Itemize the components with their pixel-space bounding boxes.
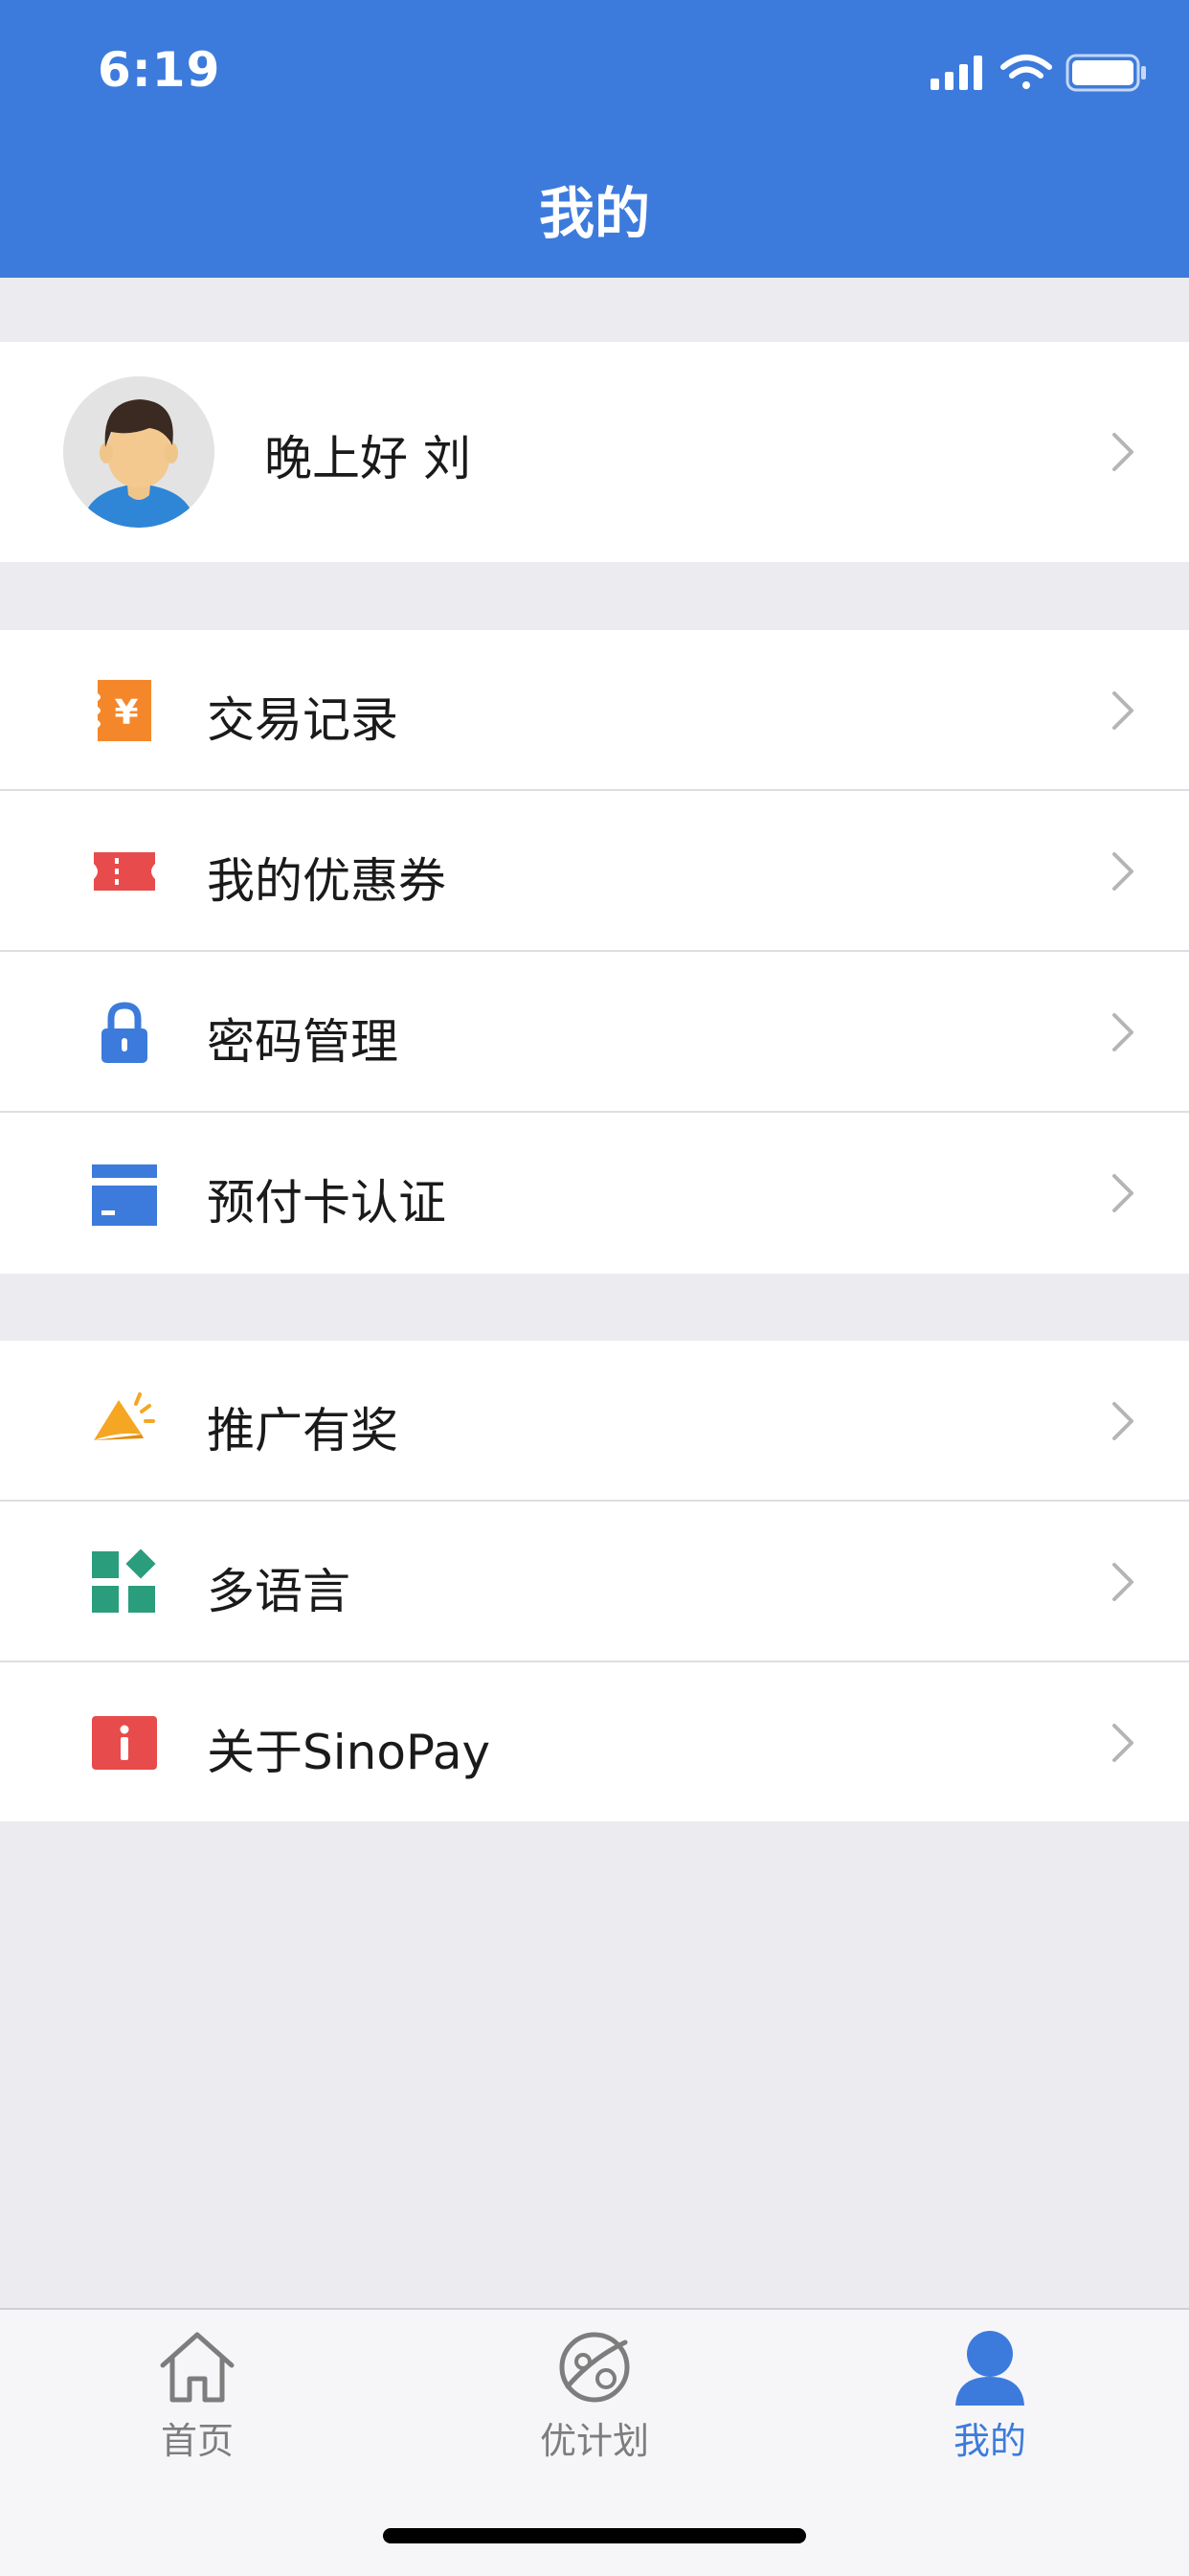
avatar[interactable] bbox=[63, 376, 214, 528]
home-indicator[interactable] bbox=[383, 2528, 806, 2543]
menu-item-language[interactable]: 多语言 bbox=[0, 1502, 1189, 1662]
tab-plan[interactable]: 优计划 bbox=[475, 2329, 714, 2482]
greeting-text: 晚上好 刘 bbox=[264, 431, 471, 486]
tab-mine[interactable]: 我的 bbox=[870, 2329, 1110, 2482]
menu-label: 交易记录 bbox=[207, 692, 398, 748]
menu-label: 多语言 bbox=[207, 1564, 350, 1619]
menu-label: 推广有奖 bbox=[207, 1403, 398, 1458]
menu-item-transactions[interactable]: ¥ 交易记录 bbox=[0, 630, 1189, 791]
chevron-right-icon bbox=[1112, 1174, 1133, 1212]
info-icon bbox=[92, 1716, 157, 1770]
wifi-icon bbox=[1000, 55, 1052, 89]
card-icon bbox=[92, 1164, 157, 1226]
page-title: 我的 bbox=[538, 181, 650, 246]
tab-home[interactable]: 首页 bbox=[78, 2329, 317, 2482]
menu-item-coupons[interactable]: 我的优惠券 bbox=[0, 791, 1189, 952]
menu-item-prepaid-card[interactable]: 预付卡认证 bbox=[0, 1113, 1189, 1274]
top-header: 6:19 我的 bbox=[0, 0, 1189, 278]
battery-icon bbox=[1066, 54, 1146, 92]
apps-icon bbox=[92, 1549, 156, 1613]
menu-item-about[interactable]: 关于SinoPay bbox=[0, 1662, 1189, 1823]
home-icon bbox=[160, 2332, 235, 2403]
user-avatar-icon bbox=[63, 376, 214, 528]
menu-label: 预付卡认证 bbox=[207, 1175, 446, 1231]
user-icon bbox=[955, 2331, 1024, 2406]
tab-label: 优计划 bbox=[539, 2420, 649, 2462]
status-icons bbox=[931, 54, 1146, 92]
status-time: 6:19 bbox=[98, 42, 221, 98]
chevron-right-icon bbox=[1112, 1013, 1133, 1051]
lock-icon bbox=[101, 1002, 147, 1063]
tab-label: 首页 bbox=[160, 2420, 234, 2462]
signal-icon bbox=[931, 56, 982, 90]
menu-item-referral[interactable]: 推广有奖 bbox=[0, 1341, 1189, 1502]
menu-group-account: ¥ 交易记录 我的优惠券 密码管理 预付卡认证 bbox=[0, 630, 1189, 1274]
transaction-record-icon: ¥ bbox=[98, 680, 151, 741]
menu-label: 关于SinoPay bbox=[207, 1725, 491, 1780]
chevron-right-icon bbox=[1112, 691, 1133, 730]
tab-label: 我的 bbox=[953, 2420, 1026, 2462]
profile-card[interactable]: 晚上好 刘 bbox=[0, 342, 1189, 562]
coupon-icon bbox=[94, 852, 155, 891]
menu-item-password[interactable]: 密码管理 bbox=[0, 952, 1189, 1113]
chevron-right-icon bbox=[1112, 852, 1133, 891]
chevron-right-icon bbox=[1112, 433, 1133, 471]
chevron-right-icon bbox=[1112, 1563, 1133, 1601]
chevron-right-icon bbox=[1112, 1402, 1133, 1440]
megaphone-icon bbox=[94, 1392, 155, 1440]
menu-label: 密码管理 bbox=[207, 1014, 398, 1070]
chevron-right-icon bbox=[1112, 1724, 1133, 1762]
planet-icon bbox=[559, 2332, 630, 2403]
menu-group-other: 推广有奖 多语言 关于SinoPay bbox=[0, 1341, 1189, 1821]
menu-label: 我的优惠券 bbox=[207, 853, 446, 909]
svg-text:¥: ¥ bbox=[114, 693, 138, 733]
